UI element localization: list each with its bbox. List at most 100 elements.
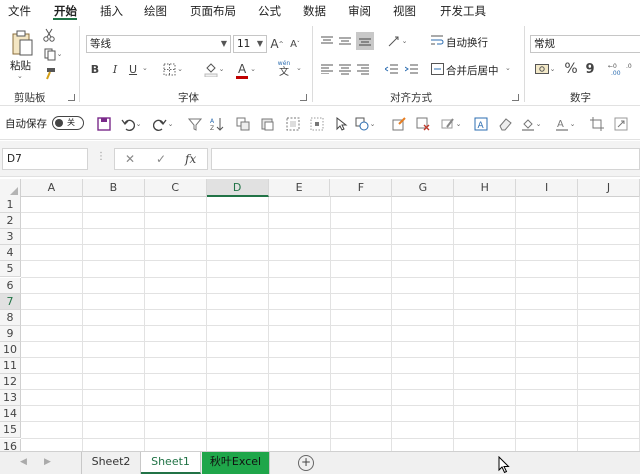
column-header-j[interactable]: J	[578, 179, 640, 197]
column-header-i[interactable]: I	[516, 179, 579, 197]
tab-insert[interactable]: 插入	[100, 3, 123, 19]
paste-button[interactable]	[8, 28, 36, 58]
font-color-button[interactable]: A ⌄	[233, 60, 261, 79]
tab-developer[interactable]: 开发工具	[440, 3, 486, 19]
font-name-select[interactable]: 等线 ▼	[86, 35, 231, 53]
worksheet-grid[interactable]: ABCDEFGHIJ 1 2 3 4 5 6 7 8 9 10 11 12 13 14 15 16	[0, 179, 640, 451]
sheet-tab-qiuye-excel[interactable]: 秋叶Excel	[202, 452, 270, 474]
scroll-left-icon[interactable]: ◀	[20, 457, 27, 467]
borders-button[interactable]: ⌄	[160, 60, 186, 78]
row-header-5[interactable]: 5	[0, 261, 21, 278]
decrease-indent-button[interactable]	[384, 60, 398, 78]
row-header-10[interactable]: 10	[0, 341, 21, 358]
align-right-button[interactable]	[356, 60, 370, 78]
tab-draw[interactable]: 绘图	[144, 3, 167, 19]
font-size-select[interactable]: 11 ▼	[233, 35, 267, 53]
align-center-button[interactable]	[338, 60, 352, 78]
text-box-button[interactable]: A	[472, 115, 490, 133]
tab-review[interactable]: 审阅	[348, 3, 371, 19]
column-header-e[interactable]: E	[269, 179, 331, 197]
select-objects-button[interactable]	[308, 115, 326, 133]
underline-button[interactable]: U	[127, 60, 139, 78]
column-header-f[interactable]: F	[331, 179, 393, 197]
drag-handle-icon[interactable]: ⋮	[96, 151, 106, 162]
row-header-7[interactable]: 7	[0, 293, 21, 310]
select-region-button[interactable]	[284, 115, 302, 133]
phonetic-guide-button[interactable]: wén 文	[272, 56, 296, 80]
undo-button[interactable]: ⌄	[120, 115, 142, 133]
column-header-c[interactable]: C	[145, 179, 207, 197]
align-left-button[interactable]	[320, 60, 334, 78]
row-header-1[interactable]: 1	[0, 197, 21, 214]
underline-dropdown-icon[interactable]: ⌄	[142, 64, 148, 72]
scroll-right-icon[interactable]: ▶	[44, 457, 51, 467]
delete-comment-button[interactable]	[414, 115, 432, 133]
row-header-15[interactable]: 15	[0, 422, 21, 439]
increase-decimal-button[interactable]: ←0.00	[607, 60, 625, 78]
insert-function-icon[interactable]: fx	[185, 152, 196, 166]
copy-cells-button[interactable]	[234, 115, 252, 133]
enter-icon[interactable]: ✓	[156, 152, 166, 166]
accounting-format-button[interactable]: ⌄	[532, 60, 558, 78]
save-button[interactable]	[95, 115, 113, 133]
row-header-3[interactable]: 3	[0, 229, 21, 246]
copy-button[interactable]: ⌄	[42, 47, 64, 61]
row-header-16[interactable]: 16	[0, 438, 21, 451]
cut-button[interactable]	[42, 28, 56, 42]
shapes-button[interactable]: ⌄	[354, 115, 376, 133]
row-header-12[interactable]: 12	[0, 374, 21, 391]
decrease-decimal-button[interactable]: .0	[626, 60, 640, 78]
column-header-h[interactable]: H	[454, 179, 517, 197]
fill-color-button[interactable]: ⌄	[200, 60, 228, 78]
tab-file[interactable]: 文件	[8, 3, 31, 19]
cancel-icon[interactable]: ✕	[125, 152, 135, 166]
add-sheet-button[interactable]: +	[298, 455, 314, 471]
font-launcher-icon[interactable]	[300, 94, 307, 101]
shrink-font-button[interactable]: Aˇ	[288, 35, 302, 53]
tab-data[interactable]: 数据	[303, 3, 326, 19]
format-painter-button[interactable]	[42, 66, 56, 80]
sort-button[interactable]: AZ	[208, 115, 226, 133]
row-header-11[interactable]: 11	[0, 358, 21, 375]
resize-button[interactable]	[612, 115, 630, 133]
row-header-8[interactable]: 8	[0, 309, 21, 326]
phonetic-dropdown-icon[interactable]: ⌄	[296, 64, 302, 72]
paste-dropdown-icon[interactable]: ⌄	[17, 72, 23, 80]
row-header-9[interactable]: 9	[0, 325, 21, 342]
italic-button[interactable]: I	[108, 60, 122, 78]
eraser-button[interactable]	[496, 115, 514, 133]
tab-view[interactable]: 视图	[393, 3, 416, 19]
paste-cells-button[interactable]	[258, 115, 276, 133]
formula-input[interactable]	[211, 148, 640, 170]
tab-page-layout[interactable]: 页面布局	[190, 3, 236, 19]
edit-comment-button[interactable]	[390, 115, 408, 133]
tab-formulas[interactable]: 公式	[258, 3, 281, 19]
column-header-b[interactable]: B	[83, 179, 145, 197]
name-box[interactable]: D7	[2, 148, 88, 170]
align-bottom-button[interactable]	[356, 32, 374, 50]
text-color-button[interactable]: A ⌄	[554, 115, 576, 133]
pointer-button[interactable]	[332, 115, 350, 133]
sheet-tab-sheet1[interactable]: Sheet1	[141, 452, 201, 474]
increase-indent-button[interactable]	[404, 60, 418, 78]
row-header-14[interactable]: 14	[0, 406, 21, 423]
sheet-tab-sheet2[interactable]: Sheet2	[81, 452, 141, 474]
column-header-g[interactable]: G	[392, 179, 455, 197]
column-header-a[interactable]: A	[21, 179, 83, 197]
select-all-button[interactable]	[0, 179, 21, 197]
redo-button[interactable]: ⌄	[152, 115, 174, 133]
merge-dropdown-icon[interactable]: ⌄	[505, 64, 511, 72]
orientation-button[interactable]: ⌄	[384, 32, 410, 50]
align-middle-button[interactable]	[338, 34, 352, 48]
row-header-6[interactable]: 6	[0, 277, 21, 294]
merge-center-button[interactable]: 合并后居中	[446, 63, 499, 78]
comma-style-button[interactable]: 9	[583, 60, 597, 78]
wrap-text-button[interactable]: 自动换行	[446, 35, 488, 50]
highlighter-button[interactable]: ⌄	[440, 115, 462, 133]
clipboard-launcher-icon[interactable]	[68, 94, 75, 101]
autosave-toggle[interactable]: 关	[52, 116, 84, 130]
tab-home[interactable]: 开始	[54, 3, 77, 19]
number-format-select[interactable]: 常规	[530, 35, 640, 53]
crop-button[interactable]	[588, 115, 606, 133]
bold-button[interactable]: B	[88, 60, 102, 78]
